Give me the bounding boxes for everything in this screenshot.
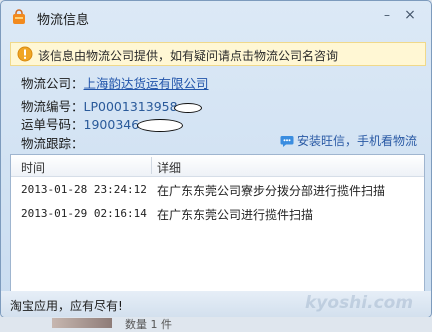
background-quantity-text: 数量 1 件 — [125, 318, 172, 331]
table-header: 时间 详细 — [11, 155, 424, 177]
waybill-row: 运单号码：1900346 — [21, 114, 184, 133]
row-time: 2013-01-29 02:16:14 — [21, 207, 147, 220]
close-button[interactable]: × — [401, 7, 419, 23]
table-row[interactable]: 2013-01-28 23:24:12 在广东东莞公司寮步分拨分部进行揽件扫描 — [11, 178, 424, 200]
watermark-text: kyoshi.com — [305, 293, 413, 313]
company-row: 物流公司：上海韵达货运有限公司 — [21, 73, 209, 92]
wangwang-chat-icon — [280, 136, 294, 147]
row-detail: 在广东东莞公司寮步分拨分部进行揽件扫描 — [157, 184, 386, 198]
tracking-table: 时间 详细 2013-01-28 23:24:12 在广东东莞公司寮步分拨分部进… — [10, 154, 425, 292]
row-detail: 在广东东莞公司进行揽件扫描 — [157, 208, 314, 222]
info-icon — [17, 46, 33, 62]
table-row[interactable]: 2013-01-29 02:16:14 在广东东莞公司进行揽件扫描 — [11, 202, 424, 224]
redaction-mark — [137, 119, 184, 132]
tracking-label: 物流编号： — [21, 99, 84, 114]
install-wangxin-text: 安装旺信，手机看物流 — [297, 134, 418, 148]
waybill-number: 1900346 — [83, 117, 140, 132]
title-bar: 物流信息 – × — [1, 1, 431, 33]
product-thumbnail — [52, 318, 112, 328]
column-header-detail[interactable]: 详细 — [157, 159, 181, 176]
minimize-button[interactable]: – — [378, 7, 396, 23]
watermark-logo: kyoshi.com — [305, 293, 413, 313]
tracking-row: 物流编号：LP0001313958 — [21, 96, 202, 115]
company-link[interactable]: 上海韵达货运有限公司 — [84, 76, 209, 91]
waybill-label: 运单号码： — [21, 117, 84, 132]
window-title: 物流信息 — [37, 13, 90, 28]
logistics-info-window: 物流信息 – × 该信息由物流公司提供，如有疑问请点击物流公司名咨询 物流公司：… — [0, 0, 432, 318]
notice-text: 该信息由物流公司提供，如有疑问请点击物流公司名咨询 — [38, 49, 339, 63]
redaction-mark — [173, 102, 202, 113]
trace-row: 物流跟踪： — [21, 133, 84, 152]
column-header-time[interactable]: 时间 — [21, 159, 45, 176]
company-label: 物流公司： — [21, 76, 84, 91]
install-wangxin-link[interactable]: 安装旺信，手机看物流 — [280, 132, 417, 149]
tracking-number: LP0001313958 — [83, 99, 178, 114]
shopping-bag-icon — [13, 9, 25, 24]
taobao-apps-link[interactable]: 淘宝应用，应有尽有! — [10, 297, 123, 314]
trace-label: 物流跟踪： — [21, 136, 84, 151]
notice-banner: 该信息由物流公司提供，如有疑问请点击物流公司名咨询 — [10, 42, 426, 66]
column-divider[interactable] — [151, 157, 152, 174]
row-time: 2013-01-28 23:24:12 — [21, 183, 147, 196]
